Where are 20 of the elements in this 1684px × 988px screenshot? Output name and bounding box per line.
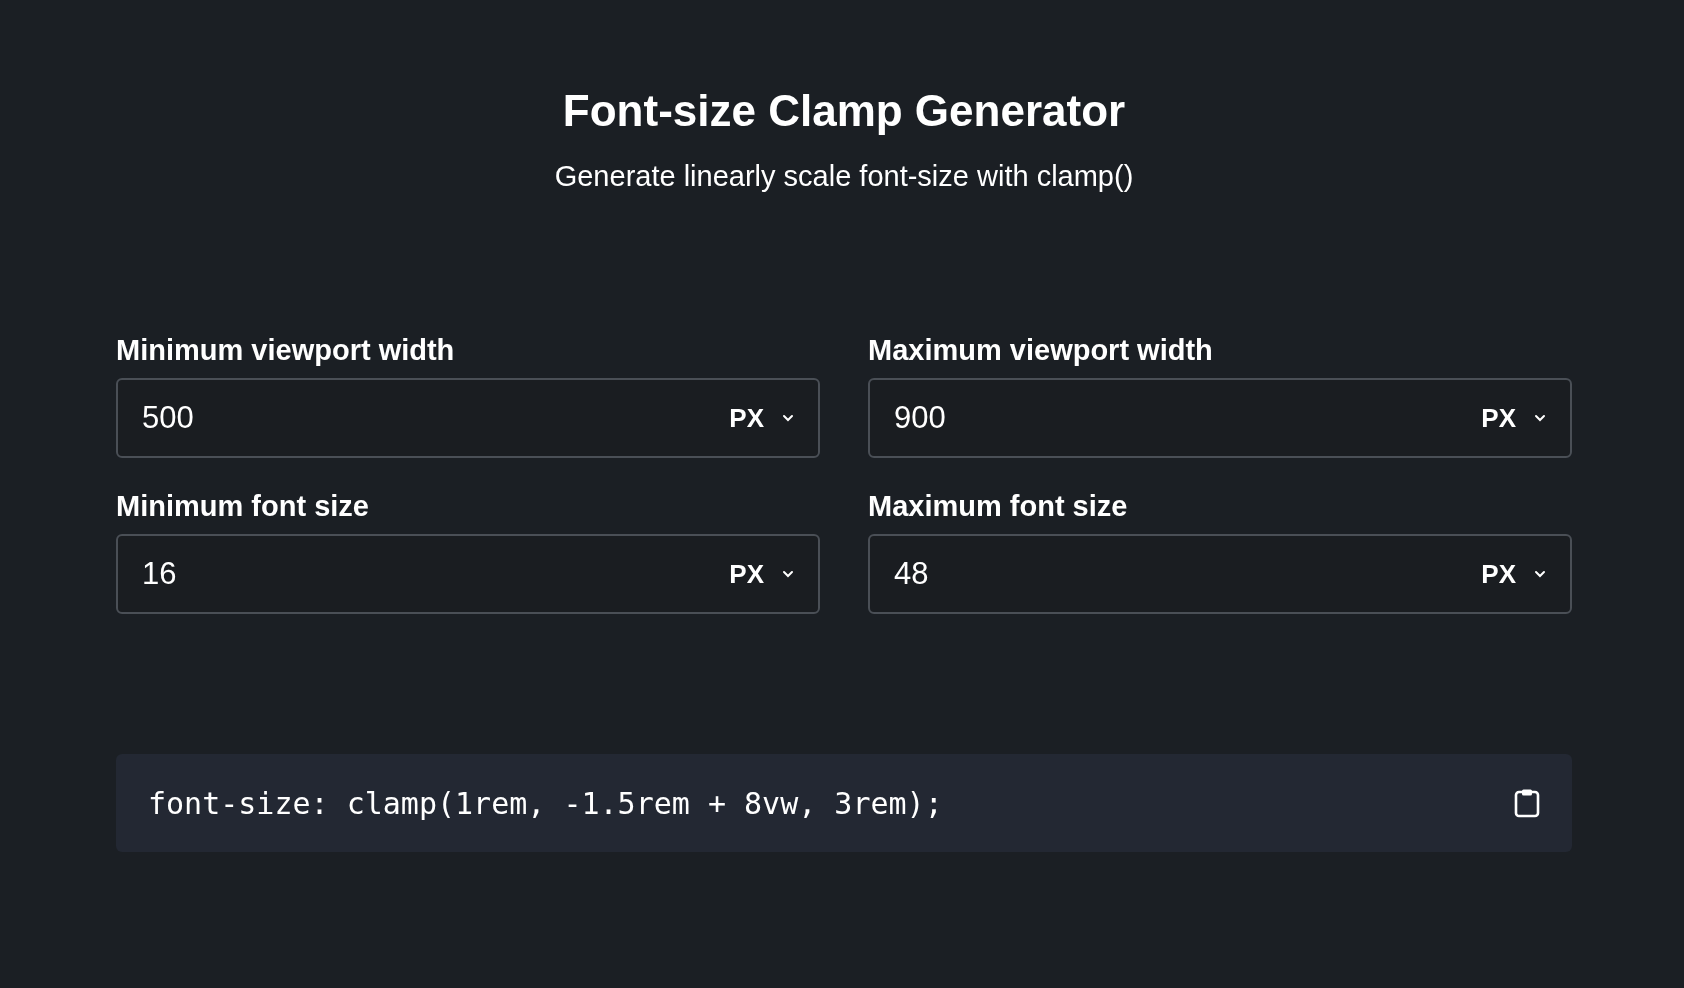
- chevron-down-icon: [782, 414, 794, 422]
- unit-dropdown[interactable]: PX: [729, 558, 794, 590]
- number-input[interactable]: 48 PX: [868, 534, 1572, 614]
- css-code: font-size: clamp(1rem, -1.5rem + 8vw, 3rem);: [148, 785, 943, 821]
- chevron-down-icon: [1534, 414, 1546, 422]
- field-label: Minimum font size: [116, 489, 369, 524]
- chevron-down-icon: [782, 570, 794, 578]
- unit-dropdown[interactable]: PX: [1481, 558, 1546, 590]
- clipboard-icon[interactable]: [1514, 788, 1540, 818]
- number-input[interactable]: 900 PX: [868, 378, 1572, 458]
- number-input[interactable]: 500 PX: [116, 378, 820, 458]
- number-input[interactable]: 16 PX: [116, 534, 820, 614]
- page-subtitle: Generate linearly scale font-size with clamp(): [554, 159, 1134, 194]
- page-title: Font-size Clamp Generator: [562, 85, 1126, 137]
- field-label: Maximum font size: [868, 489, 1128, 524]
- unit-dropdown[interactable]: PX: [1481, 402, 1546, 434]
- field-label: Minimum viewport width: [116, 333, 455, 368]
- field-label: Maximum viewport width: [868, 333, 1213, 368]
- chevron-down-icon: [1534, 570, 1546, 578]
- unit-dropdown[interactable]: PX: [729, 402, 794, 434]
